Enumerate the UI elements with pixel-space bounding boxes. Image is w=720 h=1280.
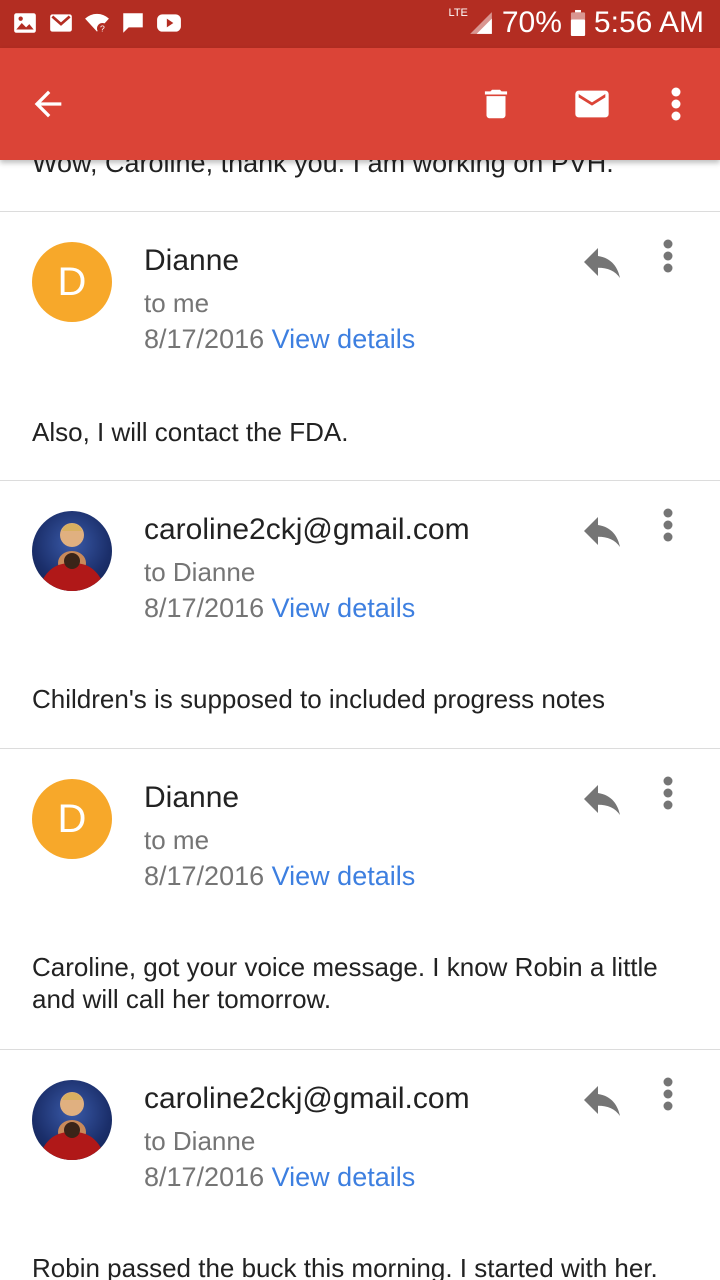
message-body: Caroline, got your voice message. I know… <box>32 952 658 1014</box>
youtube-icon <box>157 14 181 32</box>
battery-icon <box>570 10 586 36</box>
recipient-line: to me <box>144 825 210 855</box>
arrow-back-icon <box>34 90 62 118</box>
reply-icon <box>584 785 620 815</box>
signal-icon <box>470 12 492 34</box>
view-details-link[interactable]: View details <box>272 1162 416 1192</box>
wifi-question-icon: ? <box>85 13 109 34</box>
gallery-icon <box>14 13 36 33</box>
message-date: 8/17/2016 <box>144 593 265 623</box>
network-type: LTE <box>448 7 468 19</box>
message-body: Robin passed the buck this morning. I st… <box>32 1253 658 1280</box>
sender-name: caroline2ckj@gmail.com <box>144 1082 470 1115</box>
recipient-line: to Dianne <box>144 557 256 587</box>
date-line: 8/17/2016 View details <box>144 593 415 624</box>
mail-icon <box>575 90 609 118</box>
message-more-button[interactable] <box>662 775 698 823</box>
delete-button[interactable] <box>466 48 526 160</box>
app-bar <box>0 48 720 160</box>
avatar[interactable] <box>32 1080 112 1160</box>
message-more-button[interactable] <box>662 507 698 555</box>
svg-text:?: ? <box>100 24 105 34</box>
sender-name: caroline2ckj@gmail.com <box>144 513 470 546</box>
message-more-button[interactable] <box>662 238 698 286</box>
message-date: 8/17/2016 <box>144 324 265 354</box>
message-date: 8/17/2016 <box>144 1162 265 1192</box>
message-more-button[interactable] <box>662 1076 698 1124</box>
more-vert-icon <box>663 776 673 810</box>
avatar[interactable]: D <box>32 779 112 859</box>
message-body: Also, I will contact the FDA. <box>32 417 349 447</box>
profile-photo-icon <box>42 1092 102 1160</box>
avatar[interactable] <box>32 511 112 591</box>
reply-button[interactable] <box>578 507 626 555</box>
reply-button[interactable] <box>578 238 626 286</box>
more-vert-icon <box>663 239 673 273</box>
chat-icon <box>123 13 143 33</box>
view-details-link[interactable]: View details <box>272 593 416 623</box>
date-line: 8/17/2016 View details <box>144 861 415 892</box>
recipient-line: to me <box>144 288 210 318</box>
reply-icon <box>584 517 620 547</box>
trash-icon <box>484 89 508 119</box>
mark-unread-button[interactable] <box>562 48 622 160</box>
view-details-link[interactable]: View details <box>272 861 416 891</box>
notification-icons: ? <box>12 10 182 36</box>
message-item[interactable]: caroline2ckj@gmail.com to Dianne 8/17/20… <box>0 1050 720 1280</box>
previous-message-snippet: Wow, Caroline, thank you. I am working o… <box>32 160 614 178</box>
message-item[interactable]: D Dianne to me 8/17/2016 View details Ca… <box>0 749 720 1049</box>
sender-name: Dianne <box>144 244 240 277</box>
more-vert-icon <box>671 87 681 121</box>
profile-photo-icon <box>42 523 102 591</box>
more-options-button[interactable] <box>654 48 698 160</box>
back-button[interactable] <box>16 48 80 160</box>
recipient-line: to Dianne <box>144 1126 256 1156</box>
battery-percent: 70% <box>501 6 562 39</box>
reply-button[interactable] <box>578 775 626 823</box>
message-body: Children's is supposed to included progr… <box>32 684 605 714</box>
view-details-link[interactable]: View details <box>272 324 416 354</box>
clock: 5:56 AM <box>593 6 704 39</box>
more-vert-icon <box>663 1077 673 1111</box>
gmail-notification-icon <box>50 14 72 32</box>
message-item[interactable]: caroline2ckj@gmail.com to Dianne 8/17/20… <box>0 481 720 749</box>
reply-button[interactable] <box>578 1076 626 1124</box>
thread-content[interactable]: Wow, Caroline, thank you. I am working o… <box>0 160 720 1280</box>
date-line: 8/17/2016 View details <box>144 1162 415 1193</box>
avatar[interactable]: D <box>32 242 112 322</box>
reply-icon <box>584 248 620 278</box>
message-item[interactable]: D Dianne to me 8/17/2016 View details Al… <box>0 212 720 480</box>
date-line: 8/17/2016 View details <box>144 324 415 355</box>
status-bar: ? LTE 70% 5:56 AM <box>0 0 720 48</box>
sender-name: Dianne <box>144 781 240 814</box>
status-right: LTE 70% 5:56 AM <box>449 6 704 40</box>
more-vert-icon <box>663 508 673 542</box>
reply-icon <box>584 1086 620 1116</box>
message-date: 8/17/2016 <box>144 861 265 891</box>
